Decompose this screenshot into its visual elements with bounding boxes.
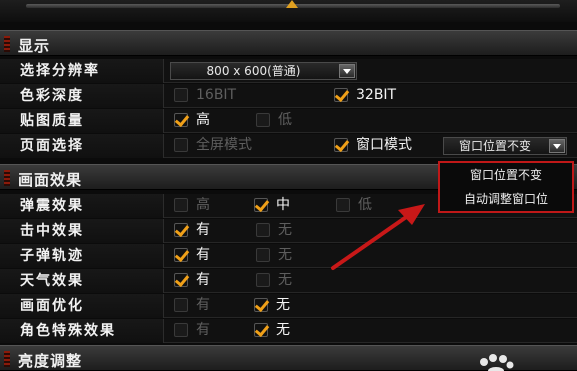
dropdown-item-auto-adjust[interactable]: 自动调整窗口位 <box>440 187 572 211</box>
window-position-dropdown-list: 窗口位置不变 自动调整窗口位 <box>438 161 574 213</box>
dropdown-item-keep-position[interactable]: 窗口位置不变 <box>440 163 572 187</box>
